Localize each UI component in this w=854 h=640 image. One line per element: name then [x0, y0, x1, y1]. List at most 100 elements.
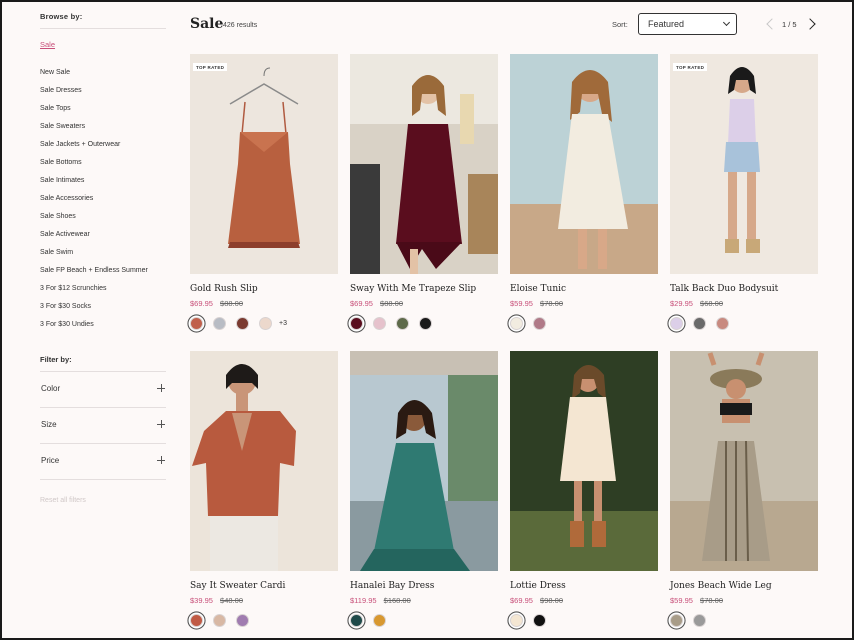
color-swatch[interactable] [350, 316, 363, 330]
chevron-right-icon[interactable] [806, 18, 816, 30]
color-swatch[interactable] [396, 316, 409, 330]
color-swatch[interactable] [510, 316, 523, 330]
original-price: $98.00 [540, 596, 563, 605]
sidebar-item-sale-sweaters[interactable]: Sale Sweaters [40, 118, 166, 136]
color-swatch[interactable] [716, 316, 729, 330]
product-card[interactable]: Say It Sweater Cardi $39.95 $48.00 [190, 351, 338, 628]
product-image[interactable]: TOP RATED [670, 54, 818, 274]
color-swatch[interactable] [236, 613, 249, 627]
product-card[interactable]: Lottie Dress $69.95 $98.00 [510, 351, 658, 628]
original-price: $78.00 [540, 299, 563, 308]
product-prices: $59.95 $78.00 [510, 299, 658, 309]
product-image[interactable] [350, 54, 498, 274]
sidebar-item-sale-jackets[interactable]: Sale Jackets + Outerwear [40, 136, 166, 154]
color-swatch[interactable] [533, 316, 546, 330]
product-name[interactable]: Lottie Dress [510, 581, 658, 591]
sale-price: $29.95 [670, 299, 693, 308]
product-photo-say-it-sweater-cardi [190, 351, 338, 571]
product-card[interactable]: Eloise Tunic $59.95 $78.00 [510, 54, 658, 331]
sort-select[interactable]: Featured [638, 13, 737, 35]
product-name[interactable]: Hanalei Bay Dress [350, 581, 498, 591]
color-swatches [510, 612, 658, 628]
product-image[interactable] [510, 351, 658, 571]
product-image[interactable] [670, 351, 818, 571]
chevron-left-icon[interactable] [765, 18, 775, 30]
sidebar-item-sale-shoes[interactable]: Sale Shoes [40, 208, 166, 226]
product-name[interactable]: Eloise Tunic [510, 284, 658, 294]
product-photo-hanalei-bay-dress [350, 351, 498, 571]
product-name[interactable]: Talk Back Duo Bodysuit [670, 284, 818, 294]
color-swatch[interactable] [693, 613, 706, 627]
filter-size[interactable]: Size [40, 408, 166, 444]
product-card[interactable]: TOP RATED Talk Back Duo Bodysuit $29.95 … [670, 54, 818, 331]
filter-price[interactable]: Price [40, 444, 166, 480]
color-swatch[interactable] [419, 316, 432, 330]
sidebar-item-sale-dresses[interactable]: Sale Dresses [40, 82, 166, 100]
page-title: Sale [190, 16, 224, 32]
sidebar: Browse by: Sale New Sale Sale Dresses Sa… [40, 12, 166, 504]
color-swatch[interactable] [213, 316, 226, 330]
product-prices: $59.95 $78.00 [670, 596, 818, 606]
product-name[interactable]: Jones Beach Wide Leg [670, 581, 818, 591]
sidebar-item-sale-swim[interactable]: Sale Swim [40, 244, 166, 262]
product-name[interactable]: Sway With Me Trapeze Slip [350, 284, 498, 294]
page-frame: Browse by: Sale New Sale Sale Dresses Sa… [0, 0, 854, 640]
product-image[interactable] [350, 351, 498, 571]
sale-price: $69.95 [350, 299, 373, 308]
sidebar-item-sale-activewear[interactable]: Sale Activewear [40, 226, 166, 244]
plus-icon [157, 384, 165, 392]
product-image[interactable]: TOP RATED [190, 54, 338, 274]
sidebar-item-undies[interactable]: 3 For $30 Undies [40, 316, 166, 334]
filter-heading: Filter by: [40, 355, 166, 372]
sidebar-item-sale-intimates[interactable]: Sale Intimates [40, 172, 166, 190]
product-name[interactable]: Say It Sweater Cardi [190, 581, 338, 591]
product-card[interactable]: TOP RATED Gold Rush Slip $69.95 $88.00 +… [190, 54, 338, 331]
reset-filters-button[interactable]: Reset all filters [40, 497, 166, 504]
color-swatch[interactable] [373, 316, 386, 330]
product-name[interactable]: Gold Rush Slip [190, 284, 338, 294]
pager-text: 1 / 5 [782, 20, 797, 29]
color-swatch[interactable] [510, 613, 523, 627]
sidebar-item-scrunchies[interactable]: 3 For $12 Scrunchies [40, 280, 166, 298]
sidebar-item-sale-bottoms[interactable]: Sale Bottoms [40, 154, 166, 172]
color-swatches [190, 612, 338, 628]
more-colors[interactable]: +3 [279, 320, 287, 327]
original-price: $168.00 [383, 596, 411, 605]
color-swatch[interactable] [236, 316, 249, 330]
product-card[interactable]: Jones Beach Wide Leg $59.95 $78.00 [670, 351, 818, 628]
color-swatch[interactable] [670, 613, 683, 627]
sale-price: $119.95 [350, 596, 377, 605]
color-swatches: +3 [190, 315, 338, 331]
color-swatch[interactable] [259, 316, 272, 330]
product-card[interactable]: Hanalei Bay Dress $119.95 $168.00 [350, 351, 498, 628]
color-swatch[interactable] [693, 316, 706, 330]
product-card[interactable]: Sway With Me Trapeze Slip $69.95 $88.00 [350, 54, 498, 331]
color-swatch[interactable] [350, 613, 363, 627]
color-swatches [510, 315, 658, 331]
filter-color[interactable]: Color [40, 372, 166, 408]
color-swatch[interactable] [670, 316, 683, 330]
product-photo-jones-beach-wide-leg [670, 351, 818, 571]
sidebar-item-sale-tops[interactable]: Sale Tops [40, 100, 166, 118]
product-photo-sway-with-me-trapeze-slip [350, 54, 498, 274]
product-image[interactable] [510, 54, 658, 274]
sidebar-item-new-sale[interactable]: New Sale [40, 64, 166, 82]
sort-value: Featured [648, 19, 685, 29]
color-swatch[interactable] [190, 613, 203, 627]
plus-icon [157, 420, 165, 428]
color-swatch[interactable] [213, 613, 226, 627]
original-price: $78.00 [700, 596, 723, 605]
sidebar-item-sale-fp-beach[interactable]: Sale FP Beach + Endless Summer [40, 262, 166, 280]
sidebar-sale-link[interactable]: Sale [40, 40, 166, 49]
product-image[interactable] [190, 351, 338, 571]
color-swatch[interactable] [533, 613, 546, 627]
color-swatch[interactable] [190, 316, 203, 330]
filter-price-label: Price [41, 456, 60, 465]
sidebar-item-sale-accessories[interactable]: Sale Accessories [40, 190, 166, 208]
color-swatch[interactable] [373, 613, 386, 627]
browse-heading: Browse by: [40, 12, 166, 29]
color-swatches [350, 315, 498, 331]
product-photo-lottie-dress [510, 351, 658, 571]
sidebar-item-socks[interactable]: 3 For $30 Socks [40, 298, 166, 316]
product-photo-talk-back-duo-bodysuit [670, 54, 818, 274]
